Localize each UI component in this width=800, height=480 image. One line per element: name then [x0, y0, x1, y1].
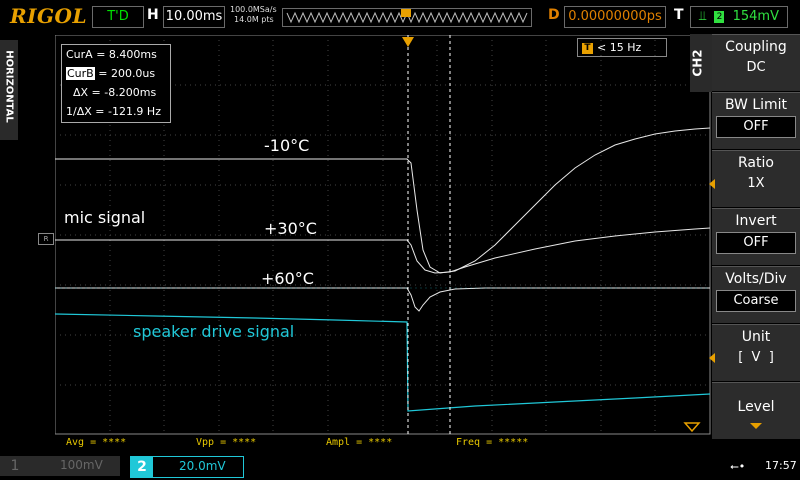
filter-icon: T: [582, 42, 593, 54]
run-state-indicator[interactable]: T'D: [92, 6, 144, 28]
brand-logo: RIGOL: [10, 4, 88, 28]
annotation-speaker-drive: speaker drive signal: [133, 322, 295, 341]
trigger-level: 154mV: [732, 9, 779, 24]
unit-menu-item[interactable]: Unit [ V ]: [709, 324, 800, 381]
cursor-b-value: = 200.0us: [94, 67, 156, 80]
coupling-menu-item[interactable]: Coupling DC: [712, 34, 800, 91]
ch2-status[interactable]: 2 20.0mV: [130, 456, 244, 478]
level-menu-item[interactable]: Level: [712, 382, 800, 439]
ratio-label: Ratio: [738, 155, 774, 171]
level-label: Level: [737, 399, 775, 415]
annotation-plus30: +30°C: [264, 219, 317, 238]
ch1-offset-marker[interactable]: R: [38, 233, 54, 245]
filter-indicator[interactable]: T < 15 Hz: [577, 38, 667, 57]
coupling-value: DC: [717, 58, 795, 78]
horizontal-label: H: [147, 7, 159, 23]
cursor-readout: CurA = 8.400ms CurB = 200.0us ΔX = -8.20…: [61, 44, 171, 123]
measure-vpp: Vpp = ****: [196, 437, 257, 448]
filter-label: < 15 Hz: [597, 41, 642, 54]
trigger-edge-icon: ⫫: [699, 9, 707, 24]
invert-label: Invert: [735, 213, 777, 229]
ratio-menu-item[interactable]: Ratio 1X: [709, 150, 800, 207]
status-bar: RIGOL T'D H 10.00ms 100.0MSa/s 14.0M pts…: [0, 0, 800, 32]
memory-position-strip[interactable]: [282, 8, 532, 27]
measure-avg: Avg = ****: [66, 437, 127, 448]
delay-value[interactable]: 0.00000000ps: [564, 6, 666, 28]
cursor-b-label[interactable]: CurB: [66, 67, 95, 80]
usb-icon: ⭠•: [730, 460, 746, 473]
annotation-plus60: +60°C: [261, 269, 314, 288]
channel-status-bar: [0, 452, 800, 480]
ch1-scale: 100mV: [60, 458, 103, 472]
measure-ampl: Ampl = ****: [326, 437, 393, 448]
volts-div-label: Volts/Div: [725, 271, 787, 287]
adjust-arrow-icon: [709, 179, 715, 189]
ratio-value: 1X: [747, 176, 765, 191]
ch1-number: 1: [10, 458, 20, 474]
acquisition-info: 100.0MSa/s 14.0M pts: [230, 5, 277, 25]
ratio-value-box: 1X: [709, 174, 795, 194]
bw-limit-label: BW Limit: [724, 97, 788, 113]
unit-value: [ V ]: [738, 350, 774, 365]
sample-rate: 100.0MSa/s: [230, 5, 277, 14]
delay-label: D: [548, 7, 560, 23]
channel-menu-tab[interactable]: CH2: [690, 34, 712, 92]
unit-value-box: [ V ]: [709, 348, 795, 368]
ch1-status[interactable]: 1 100mV: [0, 456, 120, 476]
horizontal-tab-label: HORIZONTAL: [3, 50, 15, 123]
cursor-a-value: CurA = 8.400ms: [66, 48, 157, 61]
coupling-label: Coupling: [725, 39, 787, 55]
measure-freq: Freq = *****: [456, 437, 529, 448]
horizontal-scale[interactable]: 10.00ms: [163, 6, 225, 28]
bw-limit-value: OFF: [716, 116, 796, 138]
bw-limit-menu-item[interactable]: BW Limit OFF: [712, 92, 800, 149]
cursor-b-row: CurB = 200.0us: [62, 64, 170, 83]
ch2-number: 2: [131, 457, 153, 477]
volts-div-menu-item[interactable]: Volts/Div Coarse: [712, 266, 800, 323]
annotation-mic-signal: mic signal: [64, 208, 146, 227]
horizontal-menu-tab[interactable]: HORIZONTAL: [0, 40, 18, 140]
trigger-info[interactable]: ⫫ 2 154mV: [690, 6, 788, 28]
channel-tab-label: CH2: [690, 49, 705, 77]
adjust-arrow-icon: [709, 353, 715, 363]
trigger-position-marker: [401, 9, 411, 17]
level-down-arrow-icon: [750, 423, 762, 429]
cursor-delta-x: ΔX = -8.200ms: [66, 86, 157, 99]
invert-value: OFF: [716, 232, 796, 254]
ch2-scale: 20.0mV: [179, 459, 226, 473]
unit-label: Unit: [741, 329, 771, 345]
invert-menu-item[interactable]: Invert OFF: [712, 208, 800, 265]
volts-div-value: Coarse: [716, 290, 796, 312]
cursor-inv-delta-x: 1/ΔX = -121.9 Hz: [66, 105, 161, 118]
trigger-label: T: [674, 7, 684, 23]
clock: 17:57: [765, 459, 797, 472]
trigger-source-icon: 2: [714, 10, 725, 23]
annotation-minus10: -10°C: [264, 136, 310, 155]
memory-depth: 14.0M pts: [234, 15, 274, 24]
